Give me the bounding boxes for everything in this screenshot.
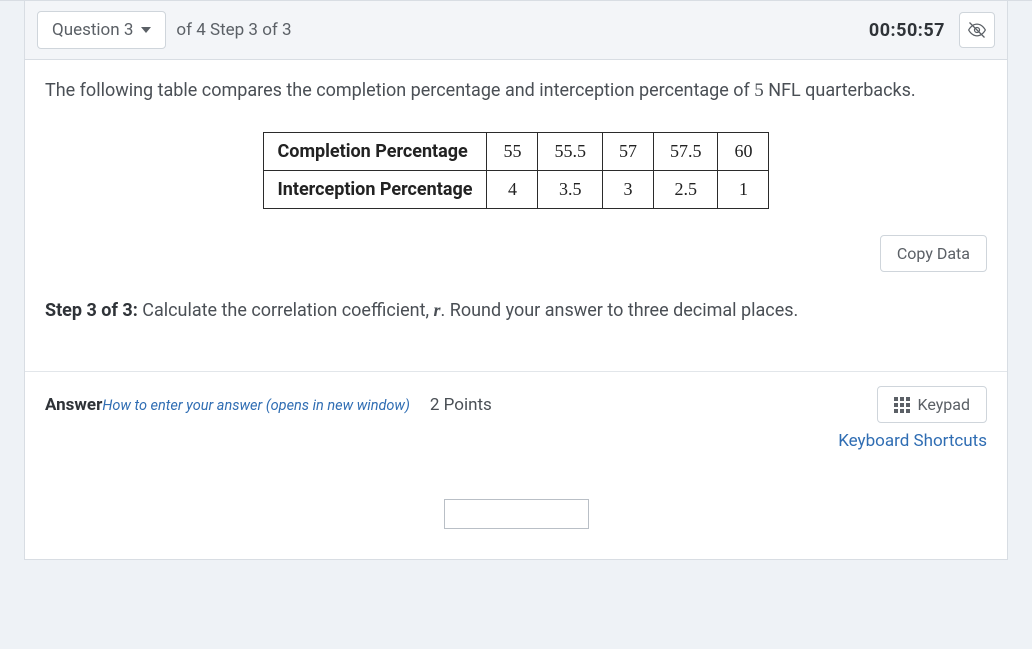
table-cell: 57: [602, 133, 653, 171]
table-cell: 3.5: [538, 171, 603, 209]
eye-off-icon: [967, 20, 987, 40]
step-instruction: Step 3 of 3: Calculate the correlation c…: [45, 300, 987, 321]
hide-timer-button[interactable]: [959, 12, 995, 48]
table-cell: 1: [718, 171, 769, 209]
keypad-icon: [894, 397, 910, 413]
row-header-interception: Interception Percentage: [263, 171, 487, 209]
table-cell: 4: [487, 171, 538, 209]
table-row: Interception Percentage 4 3.5 3 2.5 1: [263, 171, 769, 209]
keypad-label: Keypad: [918, 395, 971, 414]
step-progress-text: of 4 Step 3 of 3: [176, 20, 291, 40]
data-table: Completion Percentage 55 55.5 57 57.5 60…: [263, 132, 770, 209]
prompt-lead: The following table compares the complet…: [45, 80, 754, 101]
table-cell: 60: [718, 133, 769, 171]
copy-data-label: Copy Data: [897, 244, 970, 263]
prompt-trail: NFL quarterbacks.: [764, 80, 916, 101]
prompt-count: 5: [754, 80, 764, 101]
table-cell: 3: [602, 171, 653, 209]
question-selector-button[interactable]: Question 3: [37, 11, 166, 49]
step-text-after: . Round your answer to three decimal pla…: [441, 300, 799, 321]
step-label: Step 3 of 3:: [45, 300, 142, 321]
table-row: Completion Percentage 55 55.5 57 57.5 60: [263, 133, 769, 171]
answer-input[interactable]: [444, 499, 589, 529]
keyboard-shortcuts-link[interactable]: Keyboard Shortcuts: [838, 431, 987, 451]
table-cell: 57.5: [653, 133, 718, 171]
chevron-down-icon: [141, 27, 151, 33]
keypad-button[interactable]: Keypad: [877, 386, 988, 423]
answer-help-link[interactable]: How to enter your answer (opens in new w…: [102, 397, 410, 414]
answer-label: Answer: [45, 395, 102, 415]
table-cell: 2.5: [653, 171, 718, 209]
table-cell: 55: [487, 133, 538, 171]
question-selector-label: Question 3: [52, 20, 133, 40]
points-label: 2 Points: [430, 395, 492, 415]
question-prompt: The following table compares the complet…: [45, 80, 987, 102]
question-header: Question 3 of 4 Step 3 of 3 00:50:57: [25, 1, 1007, 60]
row-header-completion: Completion Percentage: [263, 133, 487, 171]
copy-data-button[interactable]: Copy Data: [880, 235, 987, 272]
timer: 00:50:57: [869, 20, 949, 41]
table-cell: 55.5: [538, 133, 603, 171]
step-text-before: Calculate the correlation coefficient,: [142, 300, 433, 321]
step-r-symbol: r: [434, 300, 441, 320]
